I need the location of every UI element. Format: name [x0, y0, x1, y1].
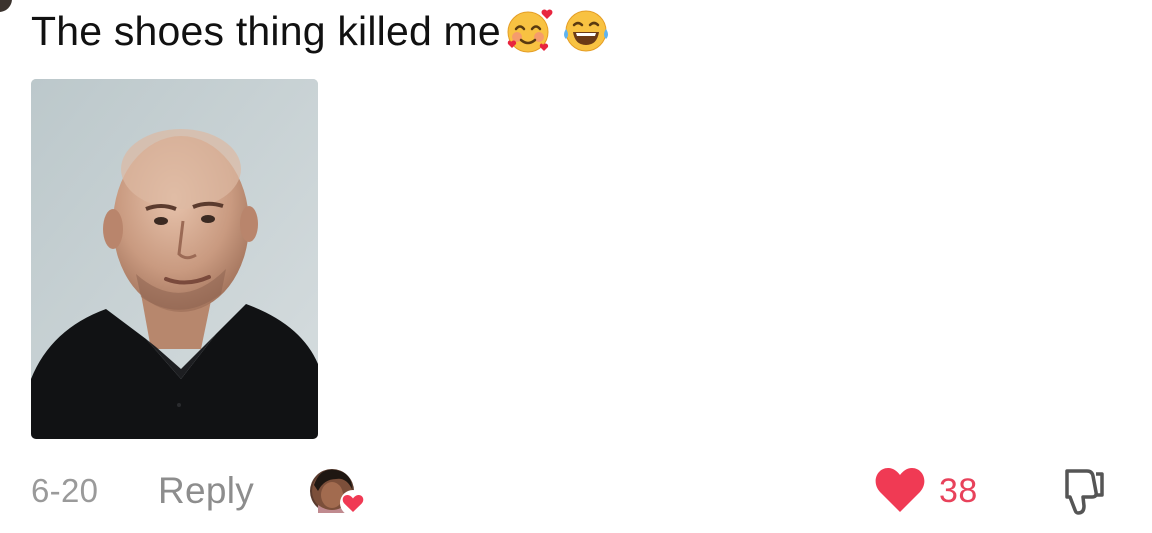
comment-image[interactable] — [31, 79, 318, 439]
reply-button[interactable]: Reply — [158, 470, 254, 512]
comment-text: The shoes thing killed me — [31, 8, 501, 54]
comment-footer: 6-20 Reply 38 — [0, 462, 1152, 522]
heart-icon[interactable] — [874, 466, 926, 514]
tears-of-joy-icon — [559, 7, 613, 55]
smiling-face-with-hearts-icon — [503, 7, 557, 55]
heart-icon — [340, 490, 366, 516]
comment-date: 6-20 — [31, 472, 99, 509]
like-count: 38 — [939, 472, 978, 510]
author-avatar-edge[interactable] — [0, 0, 12, 12]
author-liked-badge — [308, 465, 368, 519]
like-button[interactable] — [874, 466, 926, 514]
thumbs-down-icon[interactable] — [1053, 465, 1107, 519]
comment-text-row: The shoes thing killed me — [31, 7, 613, 55]
dislike-button[interactable] — [1053, 465, 1107, 519]
